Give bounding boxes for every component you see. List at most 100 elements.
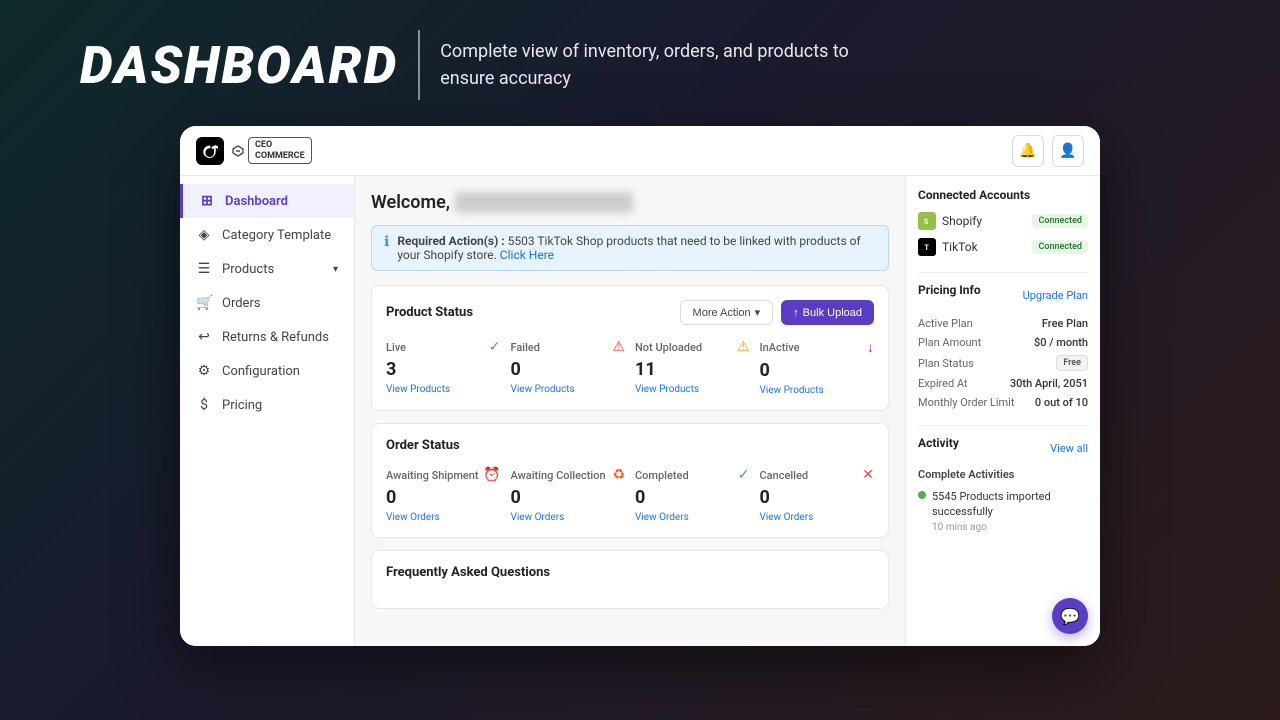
view-orders-awaiting-collection[interactable]: View Orders — [511, 512, 626, 523]
product-status-grid: Live ✓ 3 View Products Failed ⚠ 0 — [386, 339, 874, 396]
info-icon: ℹ — [384, 234, 389, 250]
hero-header: DASHBOARD Complete view of inventory, or… — [20, 20, 1260, 110]
chat-bubble-button[interactable]: 💬 — [1052, 598, 1088, 634]
pricing-icon: $ — [196, 397, 212, 413]
view-orders-cancelled[interactable]: View Orders — [760, 512, 875, 523]
view-products-failed[interactable]: View Products — [511, 384, 626, 395]
status-completed: Completed ✓ 0 View Orders — [635, 467, 750, 523]
tiktok-app-icon — [196, 137, 224, 165]
sidebar-item-category-template[interactable]: ◈ Category Template — [180, 218, 354, 252]
bulk-upload-button[interactable]: ↑ Bulk Upload — [781, 300, 874, 325]
activity-time: 10 mins ago — [932, 522, 1088, 533]
pricing-row-active-plan: Active Plan Free Plan — [918, 317, 1088, 330]
sidebar-item-returns-refunds[interactable]: ↩ Returns & Refunds — [180, 320, 354, 354]
product-status-actions: More Action ▾ ↑ Bulk Upload — [680, 300, 874, 325]
faq-card: Frequently Asked Questions — [371, 550, 889, 609]
order-status-header: Order Status — [386, 438, 874, 453]
alert-click-here-link[interactable]: Click Here — [500, 248, 554, 262]
view-all-link[interactable]: View all — [1050, 442, 1088, 455]
topbar: CEO COMMERCE 🔔 👤 — [180, 126, 1100, 176]
activity-section: Activity View all Complete Activities 55… — [918, 436, 1088, 533]
product-status-card: Product Status More Action ▾ ↑ Bulk Uplo… — [371, 285, 889, 411]
activity-dot — [918, 491, 926, 499]
activity-title: Activity — [918, 436, 959, 450]
view-products-live[interactable]: View Products — [386, 384, 501, 395]
status-awaiting-shipment: Awaiting Shipment ⏰ 0 View Orders — [386, 467, 501, 523]
shopify-logo: S — [918, 212, 936, 230]
awaiting-shipment-icon: ⏰ — [483, 467, 500, 483]
not-uploaded-icon: ⚠ — [737, 339, 750, 355]
svg-text:T: T — [925, 244, 930, 252]
connected-accounts-title: Connected Accounts — [918, 188, 1088, 202]
main-content: Welcome, ℹ Required Action(s) : 5503 Tik… — [355, 176, 905, 646]
panel-divider-2 — [918, 425, 1088, 426]
order-status-card: Order Status Awaiting Shipment ⏰ 0 View … — [371, 423, 889, 538]
app-container: CEO COMMERCE 🔔 👤 ⊞ Dashboard ◈ — [180, 126, 1100, 646]
hero-subtitle: Complete view of inventory, orders, and … — [440, 38, 860, 92]
order-status-grid: Awaiting Shipment ⏰ 0 View Orders Awaiti… — [386, 467, 874, 523]
live-icon: ✓ — [489, 339, 501, 355]
status-inactive: InActive ↓ 0 View Products — [760, 339, 875, 396]
free-badge: Free — [1056, 355, 1088, 371]
connected-accounts-section: Connected Accounts S Shopify Connected — [918, 188, 1088, 256]
view-products-not-uploaded[interactable]: View Products — [635, 384, 750, 395]
sidebar-item-pricing[interactable]: $ Pricing — [180, 388, 354, 422]
chevron-down-icon: ▾ — [755, 306, 761, 319]
sidebar-item-label: Dashboard — [225, 194, 288, 209]
cancelled-icon: ✕ — [862, 467, 874, 483]
shopify-connected-badge: Connected — [1032, 214, 1088, 228]
products-icon: ☰ — [196, 261, 212, 277]
tiktok-logo: T — [918, 238, 936, 256]
shopify-name: Shopify — [942, 214, 982, 228]
sidebar-item-label: Returns & Refunds — [222, 330, 329, 345]
orders-icon: 🛒 — [196, 295, 212, 311]
chat-icon: 💬 — [1060, 607, 1080, 626]
panel-divider-1 — [918, 272, 1088, 273]
returns-icon: ↩ — [196, 329, 212, 345]
chevron-down-icon: ▾ — [333, 264, 338, 275]
sidebar-item-label: Orders — [222, 296, 261, 311]
upgrade-plan-link[interactable]: Upgrade Plan — [1023, 289, 1088, 302]
status-failed: Failed ⚠ 0 View Products — [511, 339, 626, 396]
product-status-title: Product Status — [386, 305, 473, 320]
welcome-message: Welcome, — [371, 192, 889, 213]
sidebar-item-configuration[interactable]: ⚙ Configuration — [180, 354, 354, 388]
completed-icon: ✓ — [738, 467, 750, 483]
complete-activities-label: Complete Activities — [918, 468, 1088, 481]
view-products-inactive[interactable]: View Products — [760, 385, 875, 396]
activity-text: 5545 Products imported successfully — [932, 489, 1088, 520]
view-orders-completed[interactable]: View Orders — [635, 512, 750, 523]
notification-button[interactable]: 🔔 — [1012, 135, 1044, 167]
dashboard-icon: ⊞ — [199, 193, 215, 209]
sidebar-item-dashboard[interactable]: ⊞ Dashboard — [180, 184, 354, 218]
user-profile-button[interactable]: 👤 — [1052, 135, 1084, 167]
sidebar-item-orders[interactable]: 🛒 Orders — [180, 286, 354, 320]
sidebar-item-label: Products — [222, 262, 274, 277]
pricing-row-plan-amount: Plan Amount $0 / month — [918, 336, 1088, 349]
status-awaiting-collection: Awaiting Collection ♻ 0 View Orders — [511, 467, 626, 523]
sidebar-item-label: Configuration — [222, 364, 300, 379]
ceocommerce-badge: CEO COMMERCE — [248, 137, 312, 165]
shopify-account-info: S Shopify — [918, 212, 982, 230]
topbar-icons: 🔔 👤 — [1012, 135, 1084, 167]
tiktok-account: T TikTok Connected — [918, 238, 1088, 256]
view-orders-awaiting-shipment[interactable]: View Orders — [386, 512, 501, 523]
alert-label: Required Action(s) : — [397, 234, 504, 248]
hero-title: DASHBOARD — [80, 35, 398, 96]
more-action-button[interactable]: More Action ▾ — [680, 300, 774, 325]
activity-header: Activity View all — [918, 436, 1088, 460]
sidebar: ⊞ Dashboard ◈ Category Template ☰ Produc… — [180, 176, 355, 646]
activity-item: 5545 Products imported successfully 10 m… — [918, 489, 1088, 533]
main-layout: ⊞ Dashboard ◈ Category Template ☰ Produc… — [180, 176, 1100, 646]
status-cancelled: Cancelled ✕ 0 View Orders — [760, 467, 875, 523]
inactive-icon: ↓ — [867, 339, 874, 356]
sidebar-item-label: Pricing — [222, 398, 262, 413]
upload-icon: ↑ — [793, 307, 799, 319]
pricing-info-header: Pricing Info Upgrade Plan — [918, 283, 1088, 307]
pricing-row-expired-at: Expired At 30th April, 2051 — [918, 377, 1088, 390]
awaiting-collection-icon: ♻ — [612, 467, 625, 483]
ceo-commerce-logo-shape — [232, 145, 244, 157]
product-status-header: Product Status More Action ▾ ↑ Bulk Uplo… — [386, 300, 874, 325]
faq-header: Frequently Asked Questions — [386, 565, 874, 580]
sidebar-item-products[interactable]: ☰ Products ▾ — [180, 252, 354, 286]
